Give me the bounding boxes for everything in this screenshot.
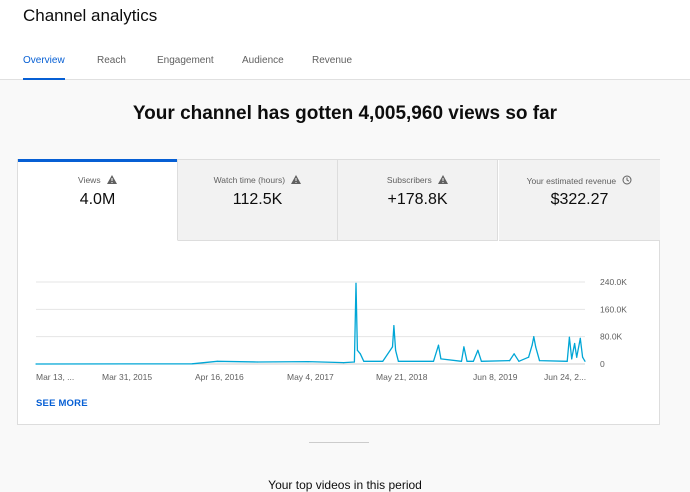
header: Channel analytics Overview Reach Engagem… <box>0 0 690 80</box>
stat-tab-revenue[interactable]: Your estimated revenue $322.27 <box>499 160 660 241</box>
data-point <box>363 360 365 362</box>
data-point <box>518 360 520 362</box>
data-point <box>359 353 361 355</box>
stat-label-views: Views <box>78 175 101 185</box>
x-tick-label: Apr 16, 2016 <box>195 372 244 382</box>
x-tick-label: May 4, 2017 <box>287 372 334 382</box>
data-point <box>382 360 384 362</box>
stat-tab-views[interactable]: Views 4.0M <box>18 159 178 241</box>
stat-label-watch-time: Watch time (hours) <box>213 175 286 185</box>
data-point <box>579 337 581 339</box>
page-title: Channel analytics <box>23 6 158 25</box>
views-headline: Your channel has gotten 4,005,960 views … <box>132 103 558 124</box>
warning-icon[interactable] <box>291 175 302 184</box>
data-point <box>432 360 435 362</box>
data-point <box>582 356 584 358</box>
clock-icon[interactable] <box>622 175 632 185</box>
tab-reach[interactable]: Reach <box>97 50 126 80</box>
data-point <box>216 360 218 362</box>
data-point <box>574 342 576 345</box>
stat-tab-subscribers[interactable]: Subscribers +178.8K <box>338 160 498 241</box>
data-point <box>480 360 482 362</box>
data-point <box>584 360 586 362</box>
tab-revenue[interactable]: Revenue <box>312 50 352 80</box>
stat-tab-watch-time[interactable]: Watch time (hours) 112.5K <box>178 160 338 241</box>
warning-icon[interactable] <box>106 175 117 184</box>
data-point <box>393 325 395 327</box>
data-point <box>356 349 358 351</box>
y-tick-label: 240.0K <box>600 277 627 287</box>
data-point <box>566 360 568 362</box>
data-point <box>528 356 530 358</box>
y-tick-label: 0 <box>600 359 605 369</box>
data-point <box>460 360 463 362</box>
data-point <box>343 362 345 364</box>
x-tick-label: Mar 31, 2015 <box>102 372 152 382</box>
data-point <box>531 344 533 346</box>
data-point <box>513 353 515 355</box>
data-point <box>397 360 399 362</box>
tab-overview[interactable]: Overview <box>23 50 65 80</box>
data-point <box>472 360 474 362</box>
stat-value-views: 4.0M <box>79 191 116 208</box>
y-tick-label: 80.0K <box>600 332 623 342</box>
data-point <box>191 363 193 365</box>
x-tick-label: May 21, 2018 <box>376 372 428 382</box>
tab-engagement[interactable]: Engagement <box>157 50 214 80</box>
x-tick-label: Jun 8, 2019 <box>473 372 518 382</box>
data-point <box>437 344 440 346</box>
y-tick-label: 160.0K <box>600 304 627 314</box>
data-point <box>35 363 37 365</box>
stat-value-watch-time: 112.5K <box>232 191 283 208</box>
data-point <box>307 361 309 363</box>
x-tick-label: Jun 24, 2... <box>544 372 586 382</box>
stat-value-subscribers: +178.8K <box>387 191 448 208</box>
data-point <box>395 349 397 351</box>
divider <box>309 442 369 443</box>
data-point <box>256 361 258 363</box>
data-point <box>571 358 573 360</box>
data-point <box>538 360 541 362</box>
analytics-card: Views 4.0M Watch time (hours) 112.5K Sub… <box>17 159 660 425</box>
data-point <box>440 358 442 360</box>
tab-audience[interactable]: Audience <box>242 50 284 80</box>
data-point <box>576 356 578 358</box>
warning-icon[interactable] <box>438 175 449 184</box>
stat-label-revenue: Your estimated revenue <box>526 176 617 186</box>
data-point <box>466 360 468 362</box>
top-videos-heading: Your top videos in this period <box>268 478 422 492</box>
data-point <box>535 346 537 348</box>
stat-value-revenue: $322.27 <box>550 191 609 208</box>
data-point <box>353 361 355 363</box>
data-point <box>533 336 535 338</box>
data-point <box>509 360 511 362</box>
see-more-link[interactable]: SEE MORE <box>36 398 88 409</box>
data-point <box>463 346 465 348</box>
data-point <box>568 336 571 338</box>
views-series-line <box>35 282 586 365</box>
data-point <box>391 346 394 348</box>
data-point <box>355 282 357 284</box>
views-line-chart: 240.0K 160.0K 80.0K 0 Mar 13, ... Mar 31, 201… <box>35 277 627 382</box>
tab-bar: Overview Reach Engagement Audience Reven… <box>0 50 690 80</box>
x-tick-label: Mar 13, ... <box>36 372 74 382</box>
data-point <box>477 349 479 351</box>
stat-label-subscribers: Subscribers <box>386 175 432 185</box>
